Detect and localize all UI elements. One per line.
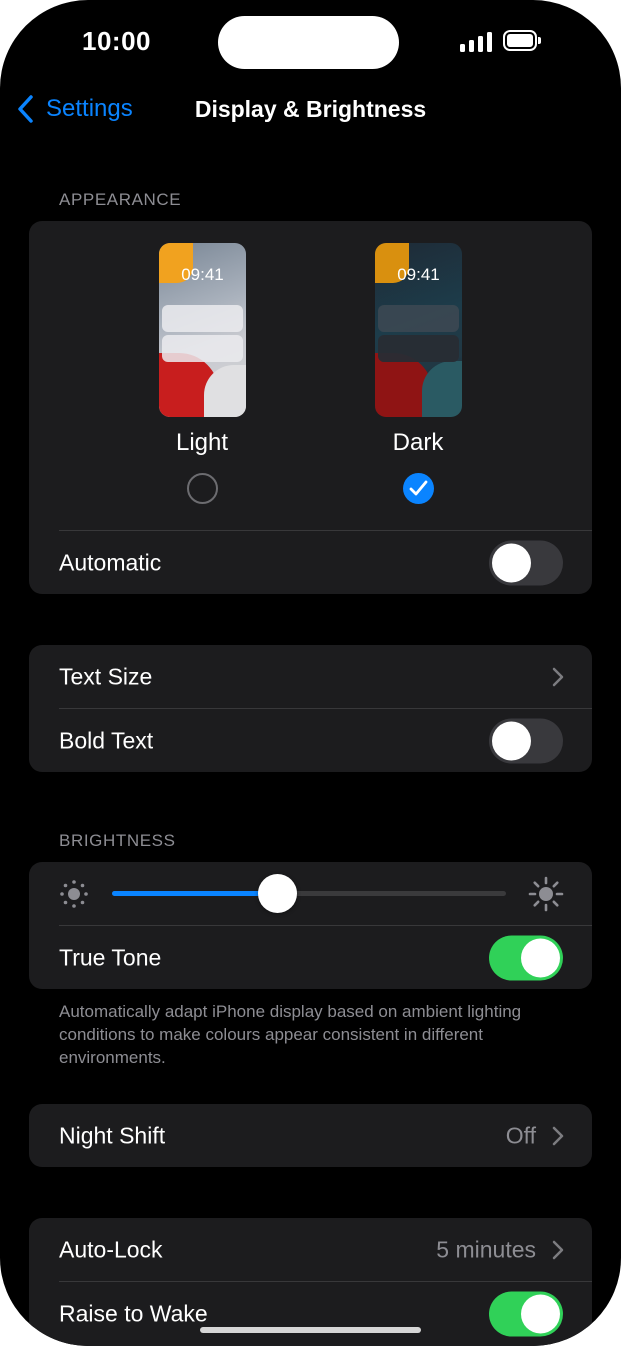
auto-lock-label: Auto-Lock — [59, 1236, 163, 1262]
true-tone-description: Automatically adapt iPhone display based… — [59, 1002, 522, 1067]
home-indicator[interactable] — [200, 1327, 421, 1333]
dynamic-island — [218, 16, 399, 69]
true-tone-label: True Tone — [59, 944, 162, 970]
appearance-group: 09:41 Light 09:41 Dark Automatic — [29, 221, 592, 594]
automatic-label: Automatic — [59, 549, 162, 575]
true-tone-row: True Tone — [29, 926, 592, 989]
light-radio[interactable] — [187, 473, 218, 504]
light-preview-time: 09:41 — [181, 265, 224, 284]
night-shift-value: Off — [505, 1122, 536, 1148]
brightness-slider-fill — [112, 891, 278, 896]
battery-icon — [503, 30, 541, 51]
night-shift-label: Night Shift — [59, 1122, 166, 1148]
light-option-label: Light — [175, 429, 229, 456]
true-tone-toggle[interactable] — [489, 935, 563, 980]
night-shift-group: Night Shift Off — [29, 1104, 592, 1167]
auto-lock-value: 5 minutes — [436, 1236, 536, 1262]
raise-to-wake-row: Raise to Wake — [29, 1282, 592, 1345]
brightness-section-header: BRIGHTNESS — [59, 831, 176, 850]
brightness-group: True Tone — [29, 862, 592, 989]
brightness-slider-thumb[interactable] — [258, 874, 298, 913]
text-size-row[interactable]: Text Size — [29, 645, 592, 708]
bold-text-label: Bold Text — [59, 727, 154, 753]
phone-screen: 10:00 Settings Display & Brightness APPE… — [0, 0, 621, 1346]
dark-preview-time: 09:41 — [397, 265, 440, 284]
checkmark-icon — [409, 480, 428, 496]
text-settings-group: Text Size Bold Text — [29, 645, 592, 772]
raise-to-wake-label: Raise to Wake — [59, 1300, 208, 1326]
night-shift-row[interactable]: Night Shift Off — [29, 1104, 592, 1167]
dark-radio[interactable] — [403, 473, 434, 504]
dark-appearance-preview[interactable]: 09:41 — [375, 243, 462, 417]
appearance-section-header: APPEARANCE — [59, 190, 182, 209]
auto-lock-row[interactable]: Auto-Lock 5 minutes — [29, 1218, 592, 1281]
automatic-row: Automatic — [29, 531, 592, 594]
raise-to-wake-toggle[interactable] — [489, 1291, 563, 1336]
chevron-right-icon — [552, 667, 564, 686]
brightness-slider[interactable] — [112, 874, 506, 913]
brightness-slider-row — [29, 862, 592, 925]
text-size-label: Text Size — [59, 663, 153, 689]
light-appearance-preview[interactable]: 09:41 — [159, 243, 246, 417]
page-title: Display & Brightness — [194, 96, 427, 122]
high-brightness-icon — [528, 876, 564, 911]
low-brightness-icon — [60, 879, 88, 908]
bold-text-row: Bold Text — [29, 709, 592, 772]
chevron-right-icon — [552, 1126, 564, 1145]
chevron-right-icon — [552, 1240, 564, 1259]
cellular-signal-icon — [460, 32, 492, 52]
dark-option-label: Dark — [392, 429, 444, 456]
bold-text-toggle[interactable] — [489, 718, 563, 763]
status-time: 10:00 — [82, 26, 151, 56]
automatic-toggle[interactable] — [489, 540, 563, 585]
